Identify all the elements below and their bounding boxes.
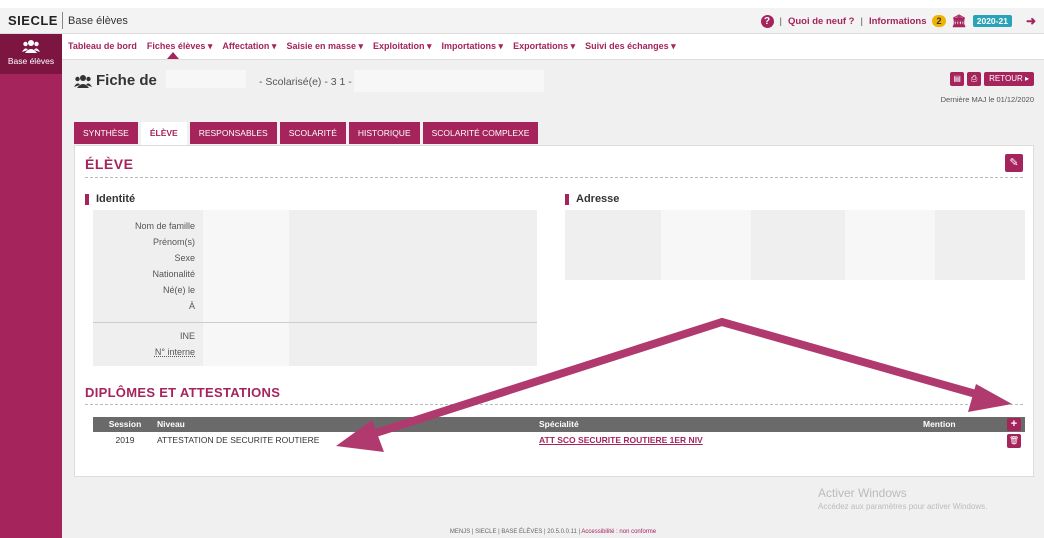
identite-labels: Nom de famille Prénom(s) Sexe Nationalit…	[93, 218, 195, 314]
windows-watermark: Activer Windows	[818, 486, 907, 500]
school-year-badge[interactable]: 2020-21	[972, 15, 1012, 27]
tab-responsables[interactable]: RESPONSABLES	[189, 122, 277, 144]
label-nationalite: Nationalité	[152, 269, 195, 279]
redacted-info	[354, 70, 544, 92]
page-title: Fiche de	[74, 72, 157, 89]
footer-text: MENJS | SIECLE | BASE ÉLÈVES | 20.5.0.0.…	[449, 529, 581, 535]
page-title-text: Fiche de	[96, 72, 157, 89]
redacted-values	[203, 210, 289, 366]
top-right-menu: ? | Quoi de neuf ? | Informations 2 🏛 20…	[760, 14, 1036, 28]
separator: |	[860, 15, 863, 27]
main-content: Fiche de - Scolarisé(e) - 3 1 - ▤ ⎙ RETO…	[62, 60, 1044, 538]
info-count-badge: 2	[932, 15, 946, 27]
document-button[interactable]: ▤	[950, 72, 965, 86]
students-icon	[74, 74, 92, 88]
cell-session: 2019	[115, 435, 135, 445]
eleve-card: ÉLÈVE ✎ Identité Adresse Nom de famille …	[74, 145, 1034, 477]
adresse-panel	[565, 210, 1025, 280]
retour-button[interactable]: RETOUR ▸	[984, 72, 1034, 86]
students-icon	[22, 40, 40, 53]
main-nav: Tableau de bord Fiches élèves ▾ Affectat…	[62, 34, 1044, 60]
label-prenoms: Prénom(s)	[152, 237, 195, 247]
redacted-address	[845, 210, 935, 280]
nav-saisie-en-masse[interactable]: Saisie en masse ▾	[286, 41, 363, 52]
nav-tableau-de-bord[interactable]: Tableau de bord	[68, 41, 137, 52]
table-header: Session Niveau Spécialité Mention +	[93, 417, 1025, 432]
logout-icon[interactable]: ➜	[1026, 14, 1036, 28]
page-header: Fiche de - Scolarisé(e) - 3 1 - ▤ ⎙ RETO…	[74, 68, 1034, 108]
sidebar-item-label: Base élèves	[7, 56, 55, 66]
cell-niveau: ATTESTATION DE SECURITE ROUTIERE	[157, 435, 320, 445]
identite-heading: Identité	[85, 194, 135, 205]
col-specialite: Spécialité	[539, 419, 579, 429]
last-update: Dernière MAJ le 01/12/2020	[940, 95, 1034, 104]
nav-affectation[interactable]: Affectation ▾	[222, 41, 276, 52]
nav-suivi-des-echanges[interactable]: Suivi des échanges ▾	[585, 41, 676, 52]
delete-diploma-button[interactable]: 🗑	[1007, 434, 1021, 448]
accessibility-link[interactable]: Accessibilité : non conforme	[581, 529, 656, 535]
print-button[interactable]: ⎙	[967, 72, 982, 86]
edit-button[interactable]: ✎	[1005, 154, 1023, 172]
adresse-heading: Adresse	[565, 194, 619, 205]
label-ne-le: Né(e) le	[162, 285, 195, 295]
col-niveau: Niveau	[157, 419, 185, 429]
add-diploma-button[interactable]: +	[1007, 418, 1021, 431]
diplomes-table: Session Niveau Spécialité Mention + 2019…	[93, 417, 1025, 449]
redacted-name	[166, 70, 246, 88]
cell-specialite-link[interactable]: ATT SCO SECURITE ROUTIERE 1ER NIV	[539, 432, 703, 449]
diplomes-section-title: DIPLÔMES ET ATTESTATIONS	[85, 385, 281, 400]
nav-active-indicator	[167, 52, 179, 59]
brand-divider	[62, 12, 63, 29]
col-session: Session	[108, 419, 142, 429]
top-bar: SIECLE Base élèves ? | Quoi de neuf ? | …	[0, 8, 1044, 34]
nav-importations[interactable]: Importations ▾	[442, 41, 504, 52]
help-icon[interactable]: ?	[760, 14, 774, 28]
identite-labels-2: INE N° interne	[93, 328, 195, 360]
page-subtitle: - Scolarisé(e) - 3 1 -	[259, 76, 352, 88]
label-sexe: Sexe	[174, 253, 195, 263]
separator: |	[779, 15, 782, 27]
header-actions: ▤ ⎙ RETOUR ▸	[950, 72, 1034, 86]
label-nom: Nom de famille	[134, 221, 195, 231]
module-name: Base élèves	[68, 15, 128, 27]
whats-new-link[interactable]: Quoi de neuf ?	[788, 16, 855, 27]
tab-historique[interactable]: HISTORIQUE	[348, 122, 420, 144]
nav-exploitation[interactable]: Exploitation ▾	[373, 41, 432, 52]
tabs: SYNTHÈSE ÉLÈVE RESPONSABLES SCOLARITÉ HI…	[74, 122, 539, 146]
institution-icon[interactable]: 🏛	[952, 14, 967, 28]
nav-exportations[interactable]: Exportations ▾	[513, 41, 575, 52]
tab-scolarite[interactable]: SCOLARITÉ	[279, 122, 346, 144]
footer: MENJS | SIECLE | BASE ÉLÈVES | 20.5.0.0.…	[62, 526, 1044, 538]
sidebar-item-base-eleves[interactable]: Base élèves	[0, 34, 62, 74]
section-divider	[85, 404, 1023, 405]
app-brand[interactable]: SIECLE	[8, 13, 58, 28]
informations-link[interactable]: Informations	[869, 16, 927, 27]
nav-fiches-eleves[interactable]: Fiches élèves ▾	[147, 41, 213, 52]
eleve-section-title: ÉLÈVE	[85, 156, 134, 172]
label-numero-interne: N° interne	[154, 347, 195, 357]
table-row: 2019 ATTESTATION DE SECURITE ROUTIERE AT…	[93, 432, 1025, 449]
label-ine: INE	[179, 331, 195, 341]
label-a: À	[188, 301, 195, 311]
identite-panel: Nom de famille Prénom(s) Sexe Nationalit…	[93, 210, 537, 366]
redacted-address	[661, 210, 751, 280]
tab-synthese[interactable]: SYNTHÈSE	[74, 122, 138, 144]
left-sidebar: Base élèves	[0, 34, 62, 538]
identite-divider	[93, 322, 537, 323]
tab-scolarite-complexe[interactable]: SCOLARITÉ COMPLEXE	[422, 122, 539, 144]
tab-eleve[interactable]: ÉLÈVE	[140, 122, 187, 146]
col-mention: Mention	[923, 419, 956, 429]
windows-watermark-sub: Accédez aux paramètres pour activer Wind…	[818, 502, 988, 511]
section-divider	[85, 177, 1023, 178]
